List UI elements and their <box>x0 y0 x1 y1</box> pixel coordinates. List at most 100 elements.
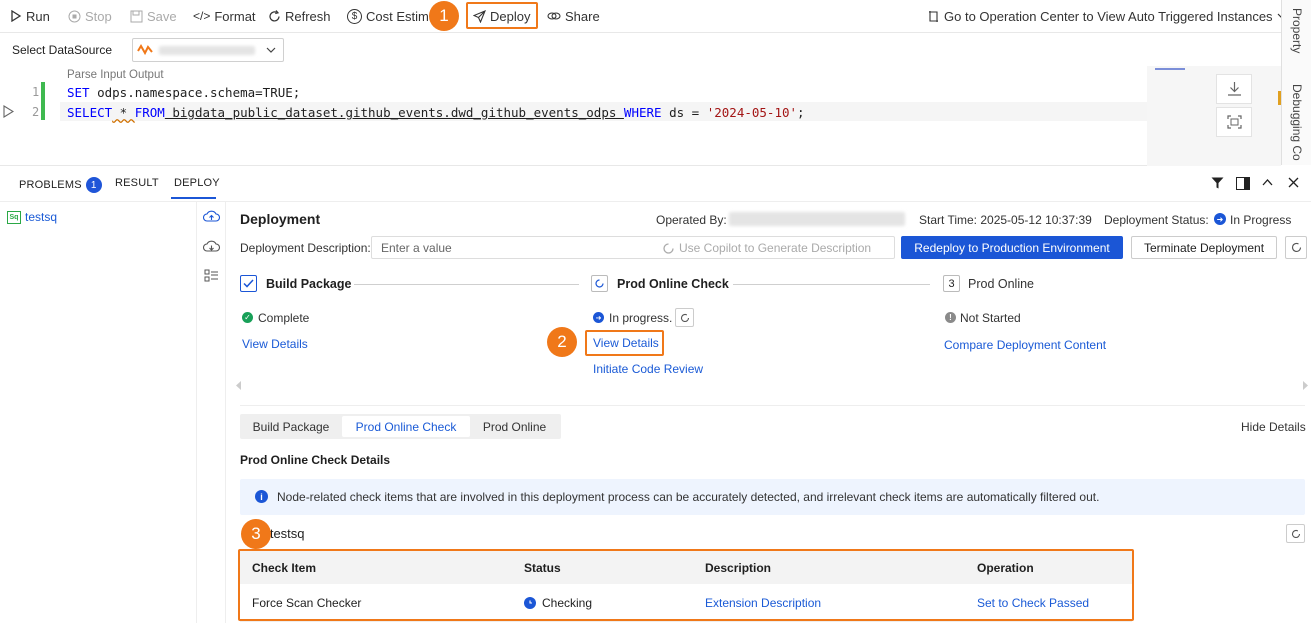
stop-button[interactable]: Stop <box>68 6 112 26</box>
step-prod-online: Prod Online <box>968 277 1035 291</box>
refresh-check-button[interactable] <box>675 308 694 327</box>
refresh-button[interactable]: Refresh <box>268 6 331 26</box>
deploy-side-toolbar <box>198 202 226 623</box>
step-loading-icon <box>591 275 608 292</box>
step-number-3: 3 <box>943 275 960 292</box>
refresh-checks-button[interactable] <box>1286 524 1305 543</box>
download-button[interactable] <box>1216 74 1252 104</box>
segment-prod-online-check[interactable]: Prod Online Check <box>342 416 470 437</box>
refresh-icon <box>268 9 281 23</box>
play-icon <box>10 10 22 22</box>
step-connector <box>733 284 930 285</box>
fullscreen-icon <box>1227 115 1242 129</box>
info-text: Node-related check items that are involv… <box>277 490 1100 504</box>
hide-details-link[interactable]: Hide Details <box>1241 420 1306 434</box>
check-status: In progress. <box>609 311 673 325</box>
refresh-status-button[interactable] <box>1285 236 1307 259</box>
operation-center-label: Go to Operation Center to View Auto Trig… <box>944 8 1273 24</box>
close-icon[interactable] <box>1288 177 1299 188</box>
deployment-title: Deployment <box>240 211 321 227</box>
run-button[interactable]: Run <box>10 6 50 26</box>
debugging-config-tab[interactable]: Debugging Co <box>1290 84 1304 161</box>
chevron-up-icon[interactable] <box>1262 178 1273 186</box>
online-status: Not Started <box>960 311 1021 325</box>
line-number: 1 <box>32 85 40 99</box>
datasource-row: Select DataSource <box>0 34 1281 66</box>
line-number: 2 <box>32 105 40 119</box>
scroll-left-icon[interactable] <box>236 381 242 390</box>
copilot-generate-button[interactable]: Use Copilot to Generate Description <box>662 241 871 255</box>
description-placeholder: Enter a value <box>381 241 452 255</box>
success-check-icon: ✓ <box>242 312 253 323</box>
tab-deploy[interactable]: DEPLOY <box>174 177 220 189</box>
build-view-details-link[interactable]: View Details <box>242 337 308 351</box>
deployment-description-input[interactable]: Enter a value Use Copilot to Generate De… <box>371 236 895 259</box>
cloud-download-icon[interactable] <box>203 239 220 253</box>
split-layout-icon[interactable] <box>1236 177 1250 190</box>
callout-badge-1: 1 <box>429 1 459 31</box>
deploy-label: Deploy <box>490 8 531 24</box>
terminate-deployment-button[interactable]: Terminate Deployment <box>1131 236 1277 259</box>
editor-minimap[interactable] <box>1147 66 1281 166</box>
datasource-label: Select DataSource <box>12 43 113 57</box>
tree-item-testsq[interactable]: Sq testsq <box>7 210 57 224</box>
save-button[interactable]: Save <box>130 6 177 26</box>
format-button[interactable]: </> Format <box>193 6 256 26</box>
list-icon[interactable] <box>204 269 219 283</box>
step-connector <box>354 284 579 285</box>
share-button[interactable]: Share <box>547 6 600 26</box>
redeploy-button[interactable]: Redeploy to Production Environment <box>901 236 1123 259</box>
info-icon: i <box>255 490 268 503</box>
refresh-icon <box>680 313 690 323</box>
editor-toolbar: Run Stop Save </> Format Refresh $ Cost … <box>0 0 1286 33</box>
operator-redacted <box>729 212 905 226</box>
details-heading: Prod Online Check Details <box>240 453 391 467</box>
tree-item-label: testsq <box>25 210 58 224</box>
save-icon <box>130 10 143 23</box>
link-icon <box>547 10 561 22</box>
copilot-icon <box>662 242 675 255</box>
scroll-right-icon[interactable] <box>1302 381 1308 390</box>
fit-view-button[interactable] <box>1216 107 1252 137</box>
run-line-icon[interactable] <box>3 105 14 118</box>
compare-deployment-link[interactable]: Compare Deployment Content <box>944 338 1106 352</box>
deployment-status: In Progress <box>1230 213 1292 227</box>
cloud-upload-icon[interactable] <box>203 209 220 223</box>
info-banner: i Node-related check items that are invo… <box>240 479 1305 515</box>
parse-io-hint[interactable]: Parse Input Output <box>67 69 164 81</box>
build-status: Complete <box>258 311 310 325</box>
maxcompute-icon <box>137 43 153 57</box>
file-tree: Sq testsq <box>0 202 197 623</box>
filter-icon[interactable] <box>1211 177 1224 189</box>
initiate-code-review-link[interactable]: Initiate Code Review <box>593 362 703 376</box>
paper-plane-icon <box>473 9 486 23</box>
divider <box>240 405 1305 406</box>
property-tab[interactable]: Property <box>1290 8 1304 53</box>
step-build-package: Build Package <box>266 277 352 291</box>
sql-file-icon: Sq <box>7 210 21 224</box>
datasource-select[interactable] <box>132 38 284 62</box>
segment-build-package[interactable]: Build Package <box>242 416 340 437</box>
stop-icon <box>68 10 81 23</box>
save-label: Save <box>147 8 177 24</box>
gutter-change-marker <box>41 82 45 120</box>
callout-badge-2: 2 <box>547 327 577 357</box>
deployment-status-label: Deployment Status: <box>1104 213 1209 227</box>
refresh-label: Refresh <box>285 8 331 24</box>
deploy-button[interactable]: Deploy <box>473 6 530 26</box>
tab-problems[interactable]: PROBLEMS 1 <box>19 177 102 193</box>
cost-estimate-button[interactable]: $ Cost Estima <box>347 6 436 26</box>
operation-center-link[interactable]: Go to Operation Center to View Auto Trig… <box>927 6 1287 26</box>
chevron-down-icon <box>266 47 276 54</box>
active-tab-indicator <box>171 197 216 199</box>
tab-result[interactable]: RESULT <box>115 177 159 189</box>
problems-count-badge: 1 <box>85 177 102 193</box>
segment-prod-online[interactable]: Prod Online <box>472 416 557 437</box>
check-view-details-link[interactable]: View Details <box>593 336 659 350</box>
stop-label: Stop <box>85 8 112 24</box>
sql-editor[interactable]: Parse Input Output 1 2 SET odps.namespac… <box>0 66 1281 166</box>
start-time: Start Time: 2025-05-12 10:37:39 <box>919 213 1092 227</box>
operated-by-label: Operated By: <box>656 213 727 227</box>
step-complete-check-icon <box>240 275 257 292</box>
code-icon: </> <box>193 9 211 23</box>
